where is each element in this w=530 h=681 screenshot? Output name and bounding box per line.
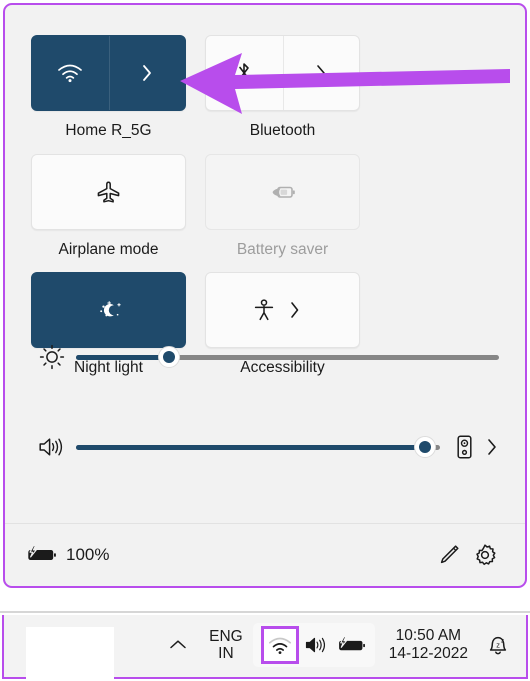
- quick-tile-battery-saver-label: Battery saver: [236, 240, 329, 258]
- chevron-right-icon[interactable]: [485, 435, 499, 459]
- volume-icon: [39, 438, 63, 456]
- edit-quick-settings-button[interactable]: [431, 537, 467, 573]
- system-tray: ENG IN 10:50 AM 14-12-2022 z z: [157, 615, 520, 675]
- tray-wifi-icon-highlight[interactable]: [260, 626, 299, 664]
- svg-text:z: z: [501, 638, 504, 644]
- brightness-fill: [76, 354, 170, 360]
- quick-tile-bluetooth-label: Bluetooth: [249, 122, 316, 139]
- chevron-right-icon: [317, 65, 326, 81]
- brightness-icon: [39, 344, 65, 370]
- brightness-slider-row: [31, 327, 499, 387]
- taskbar-clock[interactable]: 10:50 AM 14-12-2022: [375, 627, 476, 663]
- brightness-icon-wrap: [31, 342, 73, 372]
- quick-tile-wifi[interactable]: [31, 35, 186, 111]
- tray-volume-icon[interactable]: [301, 627, 333, 663]
- quick-tile-bluetooth-toggle[interactable]: [206, 36, 284, 110]
- quick-settings-tray-button[interactable]: [252, 623, 375, 667]
- bluetooth-icon: [239, 63, 250, 83]
- battery-saver-icon: [272, 186, 295, 198]
- quick-tile-airplane-mode[interactable]: [31, 153, 186, 230]
- taskbar-app-thumbnail[interactable]: [26, 627, 114, 681]
- brightness-thumb[interactable]: [158, 346, 181, 368]
- quick-settings-footer: 100%: [5, 523, 525, 586]
- speaker-select-icon[interactable]: [454, 433, 475, 461]
- svg-text:z: z: [496, 641, 500, 650]
- background-window-sliver: [0, 588, 530, 613]
- airplane-icon: [97, 181, 119, 203]
- chevron-right-icon: [291, 302, 299, 318]
- quick-tile-wifi-expand[interactable]: [110, 36, 186, 110]
- clock-time: 10:50 AM: [395, 627, 462, 645]
- tray-overflow-button[interactable]: [157, 622, 199, 668]
- volume-trailing-controls: [454, 433, 499, 461]
- language-line1: ENG: [209, 627, 243, 645]
- quick-tile-wifi-toggle[interactable]: [32, 36, 110, 110]
- volume-icon-wrap: [31, 434, 73, 460]
- quick-tile-bluetooth-expand[interactable]: [284, 36, 360, 110]
- quick-tile-wifi-label: Home R_5G: [65, 122, 152, 139]
- chevron-right-icon: [143, 65, 152, 81]
- volume-icon: [306, 637, 326, 653]
- volume-slider[interactable]: [76, 436, 440, 458]
- quick-tile-battery-saver[interactable]: [205, 153, 360, 230]
- quick-tile-battery-saver-toggle[interactable]: [206, 155, 359, 229]
- gear-icon: [476, 544, 496, 566]
- tile-cell-bluetooth: Bluetooth: [205, 35, 360, 141]
- language-line2: IN: [218, 645, 234, 662]
- quick-tile-airplane-mode-toggle[interactable]: [32, 155, 185, 229]
- quick-settings-tiles: Home R_5G Bluetooth Airplane mode Batter…: [5, 5, 525, 378]
- battery-charging-icon: [338, 635, 365, 650]
- moon-stars-icon: [99, 301, 121, 317]
- accessibility-icon: [254, 299, 274, 321]
- wifi-icon: [268, 637, 291, 654]
- quick-settings-sliders: [5, 327, 525, 477]
- taskbar: ENG IN 10:50 AM 14-12-2022 z z: [2, 615, 528, 681]
- volume-thumb[interactable]: [414, 436, 437, 458]
- wifi-icon: [58, 64, 83, 83]
- notification-bell-button[interactable]: z z: [476, 622, 520, 668]
- quick-tile-bluetooth[interactable]: [205, 35, 360, 111]
- tray-battery-icon[interactable]: [335, 627, 367, 663]
- clock-date: 14-12-2022: [388, 645, 468, 662]
- screen-root: Home R_5G Bluetooth Airplane mode Batter…: [0, 0, 530, 681]
- bell-dnd-icon: z z: [489, 636, 507, 655]
- chevron-up-icon: [170, 640, 186, 649]
- open-settings-button[interactable]: [467, 537, 503, 573]
- tile-cell-battery-saver: Battery saver: [205, 153, 360, 260]
- brightness-slider[interactable]: [76, 346, 499, 368]
- quick-settings-panel: Home R_5G Bluetooth Airplane mode Batter…: [3, 3, 527, 588]
- pencil-icon: [440, 545, 459, 564]
- battery-percent-label: 100%: [66, 545, 110, 564]
- tile-cell-airplane-mode: Airplane mode: [31, 153, 186, 260]
- quick-tile-airplane-mode-label: Airplane mode: [58, 240, 159, 258]
- language-indicator[interactable]: ENG IN: [199, 628, 253, 663]
- battery-charging-icon: [28, 545, 56, 560]
- volume-slider-row: [31, 417, 499, 477]
- tile-cell-wifi: Home R_5G: [31, 35, 186, 141]
- battery-status: 100%: [25, 544, 109, 566]
- volume-fill: [76, 444, 426, 450]
